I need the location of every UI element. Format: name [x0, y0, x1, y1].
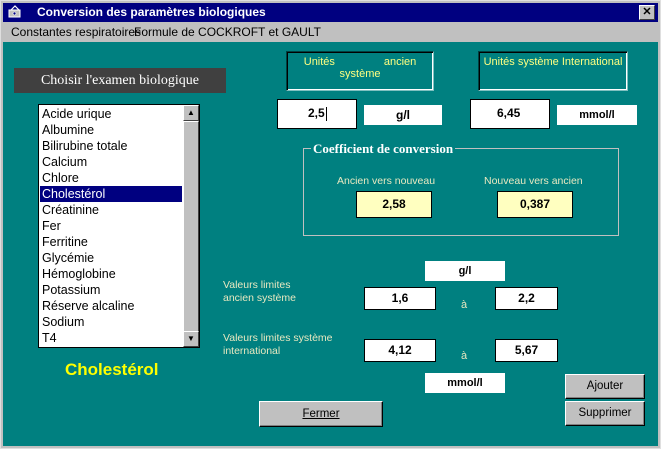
- add-button[interactable]: Ajouter: [565, 374, 645, 399]
- old-limit-min: 1,6: [364, 287, 436, 310]
- old-to-new-coefficient: 2,58: [356, 191, 432, 218]
- new-to-old-label: Nouveau vers ancien: [484, 175, 583, 187]
- scroll-thumb[interactable]: [183, 121, 199, 333]
- limits-old-unit: g/l: [425, 261, 505, 281]
- exam-listbox[interactable]: Acide urique Albumine Bilirubine totale Cal…: [38, 104, 200, 348]
- old-limit-max: 2,2: [495, 287, 558, 310]
- text-caret: [325, 106, 327, 121]
- exam-list-items: Acide urique Albumine Bilirubine totale Cal…: [40, 106, 182, 346]
- exam-list-item[interactable]: Cholestérol: [40, 186, 182, 202]
- title-bar: Conversion des paramètres biologiques ✕: [3, 3, 658, 22]
- si-value-input[interactable]: 6,45: [470, 99, 550, 129]
- choose-exam-label: Choisir l'examen biologique: [14, 68, 226, 93]
- old-units-header: Unités ancien système: [286, 51, 434, 91]
- menu-formule-cockroft-gault[interactable]: Formule de COCKROFT et GAULT: [134, 25, 321, 39]
- old-value-input[interactable]: 2,5: [277, 99, 357, 129]
- exam-list-item[interactable]: Glycémie: [40, 250, 182, 266]
- selected-exam-name: Cholestérol: [65, 360, 159, 379]
- exam-list-item[interactable]: Sodium: [40, 314, 182, 330]
- close-window-button[interactable]: ✕: [639, 5, 655, 20]
- exam-list-item[interactable]: Calcium: [40, 154, 182, 170]
- new-to-old-coefficient: 0,387: [497, 191, 573, 218]
- app-icon: [8, 5, 21, 18]
- window-title: Conversion des paramètres biologiques: [37, 5, 266, 19]
- si-unit-label: mmol/l: [557, 105, 637, 125]
- si-units-header: Unités système International: [478, 51, 628, 91]
- menu-bar: Constantes respiratoires Formule de COCK…: [3, 23, 658, 41]
- client-area: Choisir l'examen biologique Acide urique…: [3, 42, 658, 446]
- exam-list-item[interactable]: Créatinine: [40, 202, 182, 218]
- scroll-down-button[interactable]: ▼: [183, 331, 199, 347]
- si-limits-label-2: international: [223, 345, 281, 357]
- exam-list-item[interactable]: Ferritine: [40, 234, 182, 250]
- exam-list-item[interactable]: Bilirubine totale: [40, 138, 182, 154]
- old-limits-label-2: ancien système: [223, 292, 296, 304]
- limits-si-unit: mmol/l: [425, 373, 505, 393]
- exam-list-item[interactable]: Réserve alcaline: [40, 298, 182, 314]
- add-button-label: Ajouter: [586, 380, 624, 392]
- old-limits-to-label: à: [461, 299, 468, 311]
- exam-list-item[interactable]: Potassium: [40, 282, 182, 298]
- exam-list-item[interactable]: Acide urique: [40, 106, 182, 122]
- scroll-up-button[interactable]: ▲: [183, 105, 199, 121]
- delete-button[interactable]: Supprimer: [565, 401, 645, 426]
- si-limit-max: 5,67: [495, 339, 558, 362]
- close-button[interactable]: Fermer: [259, 401, 383, 427]
- si-value-text: 6,45: [497, 106, 521, 120]
- si-limit-min: 4,12: [364, 339, 436, 362]
- exam-list-item[interactable]: Albumine: [40, 122, 182, 138]
- old-unit-label: g/l: [364, 105, 442, 125]
- close-button-label: Fermer: [302, 408, 340, 420]
- si-limits-label-1: Valeurs limites système: [223, 332, 333, 344]
- main-window: Conversion des paramètres biologiques ✕ …: [0, 0, 661, 449]
- exam-list-item[interactable]: Chlore: [40, 170, 182, 186]
- coefficient-frame-title: Coefficient de conversion: [311, 141, 456, 157]
- si-limits-to-label: à: [461, 350, 468, 362]
- exam-list-item[interactable]: T4: [40, 330, 182, 346]
- old-limits-label-1: Valeurs limites: [223, 279, 291, 291]
- menu-constantes-respiratoires[interactable]: Constantes respiratoires: [11, 25, 141, 39]
- delete-button-label: Supprimer: [578, 407, 632, 419]
- si-units-header-label: Unités système International: [483, 56, 623, 68]
- old-value-text: 2,5: [308, 106, 325, 120]
- list-scrollbar[interactable]: ▲ ▼: [183, 105, 199, 347]
- old-units-header-label: Unités ancien système: [303, 56, 420, 80]
- old-to-new-label: Ancien vers nouveau: [337, 175, 436, 187]
- exam-list-item[interactable]: Fer: [40, 218, 182, 234]
- exam-list-item[interactable]: Hémoglobine: [40, 266, 182, 282]
